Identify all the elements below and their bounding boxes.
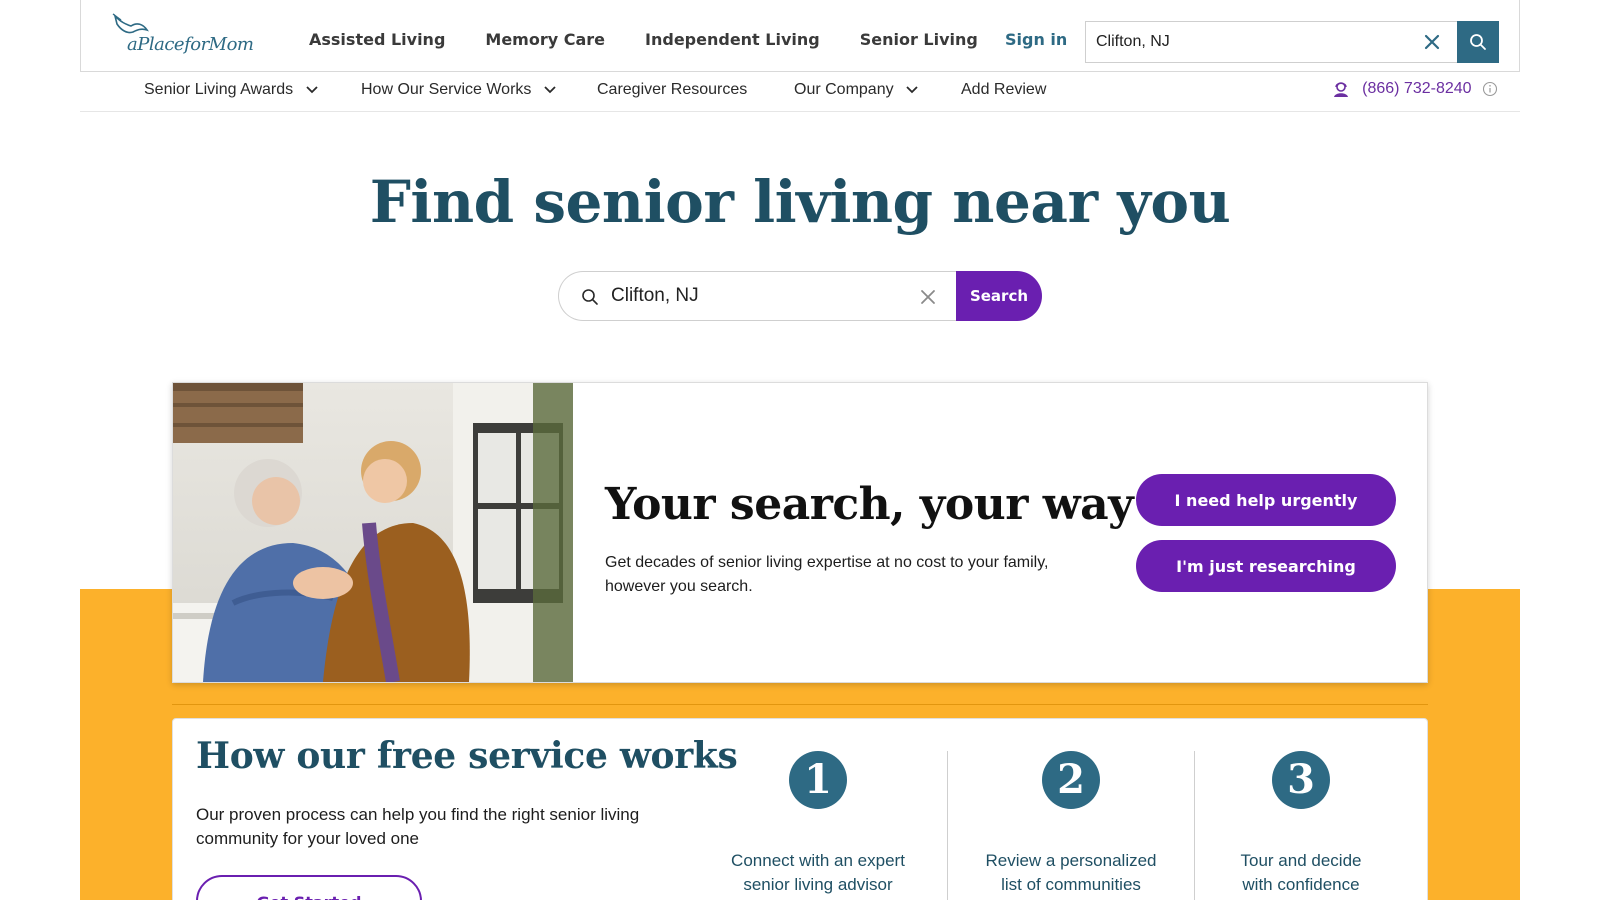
section-divider (172, 704, 1428, 705)
service-title: How our free service works (196, 735, 738, 777)
hero-search-button[interactable]: Search (956, 271, 1042, 321)
chevron-down-icon (906, 86, 918, 94)
card-title: Your search, your way (605, 479, 1134, 530)
page-title: Find senior living near you (369, 168, 1231, 236)
clear-icon[interactable] (1422, 32, 1442, 52)
search-icon (1470, 34, 1486, 50)
subnav-our-company[interactable]: Our Company (794, 81, 918, 99)
clear-icon[interactable] (919, 288, 937, 306)
step-number: 1 (789, 751, 847, 809)
card-description: Get decades of senior living expertise a… (605, 554, 1049, 595)
help-urgently-button[interactable]: I need help urgently (1136, 474, 1396, 526)
step-caption-line: Tour and decide (1240, 851, 1362, 870)
nav-senior-living[interactable]: Senior Living (860, 30, 978, 49)
search-your-way-card: Your search, your way Get decades of sen… (172, 382, 1428, 683)
hero-photo (173, 383, 573, 682)
main-nav: Assisted Living Memory Care Independent … (309, 30, 1018, 49)
subnav-label: Our Company (794, 81, 894, 98)
nav-memory-care[interactable]: Memory Care (485, 30, 605, 49)
info-icon[interactable] (1482, 81, 1498, 97)
step-caption-line: Review a personalized (985, 851, 1157, 870)
site-header: aPlaceforMom Assisted Living Memory Care… (80, 0, 1520, 72)
agent-headset-icon (1333, 82, 1348, 97)
hero-search-input[interactable] (611, 272, 901, 320)
step-caption-line: senior living advisor (743, 875, 893, 894)
step-caption-line: Connect with an expert (731, 851, 905, 870)
header-search-box (1085, 21, 1459, 63)
subnav-label: Senior Living Awards (144, 81, 294, 98)
brand-logo[interactable]: aPlaceforMom (111, 12, 271, 62)
step-3: 3 Tour and decide with confidence (1191, 751, 1411, 897)
how-service-works-card: How our free service works Our proven pr… (172, 718, 1428, 900)
logo-text: aPlaceforMom (127, 34, 254, 55)
step-1: 1 Connect with an expert senior living a… (708, 751, 928, 897)
step-2: 2 Review a personalized list of communit… (961, 751, 1181, 897)
step-caption: Connect with an expert senior living adv… (708, 849, 928, 897)
header-search-button[interactable] (1457, 21, 1499, 63)
service-description: Our proven process can help you find the… (196, 805, 640, 848)
step-number: 2 (1042, 751, 1100, 809)
get-started-button[interactable]: Get Started (196, 875, 422, 900)
phone-number: (866) 732-8240 (1362, 80, 1472, 98)
hero-search-box (558, 271, 958, 321)
secondary-nav: Senior Living Awards How Our Service Wor… (80, 72, 1520, 112)
chevron-down-icon (305, 86, 318, 94)
step-separator (947, 751, 948, 900)
header-search-input[interactable] (1086, 22, 1406, 62)
subnav-senior-living-awards[interactable]: Senior Living Awards (144, 81, 318, 99)
just-researching-button[interactable]: I'm just researching (1136, 540, 1396, 592)
step-caption-line: with confidence (1242, 875, 1360, 894)
subnav-label: Add Review (961, 81, 1047, 98)
subnav-label: How Our Service Works (361, 81, 532, 98)
sign-in-link[interactable]: Sign in (1005, 30, 1067, 49)
step-caption: Tour and decide with confidence (1191, 849, 1411, 897)
phone-link[interactable]: (866) 732-8240 (1332, 80, 1498, 98)
subnav-label: Caregiver Resources (597, 81, 748, 98)
search-icon (582, 289, 598, 305)
step-number: 3 (1272, 751, 1330, 809)
chevron-down-icon (544, 86, 556, 94)
step-caption: Review a personalized list of communitie… (961, 849, 1181, 897)
two-women-hugging-photo (173, 383, 573, 682)
subnav-how-our-service-works[interactable]: How Our Service Works (361, 81, 556, 99)
subnav-add-review[interactable]: Add Review (961, 81, 1046, 99)
nav-assisted-living[interactable]: Assisted Living (309, 30, 445, 49)
step-caption-line: list of communities (1001, 875, 1141, 894)
subnav-caregiver-resources[interactable]: Caregiver Resources (597, 81, 747, 99)
nav-independent-living[interactable]: Independent Living (645, 30, 820, 49)
